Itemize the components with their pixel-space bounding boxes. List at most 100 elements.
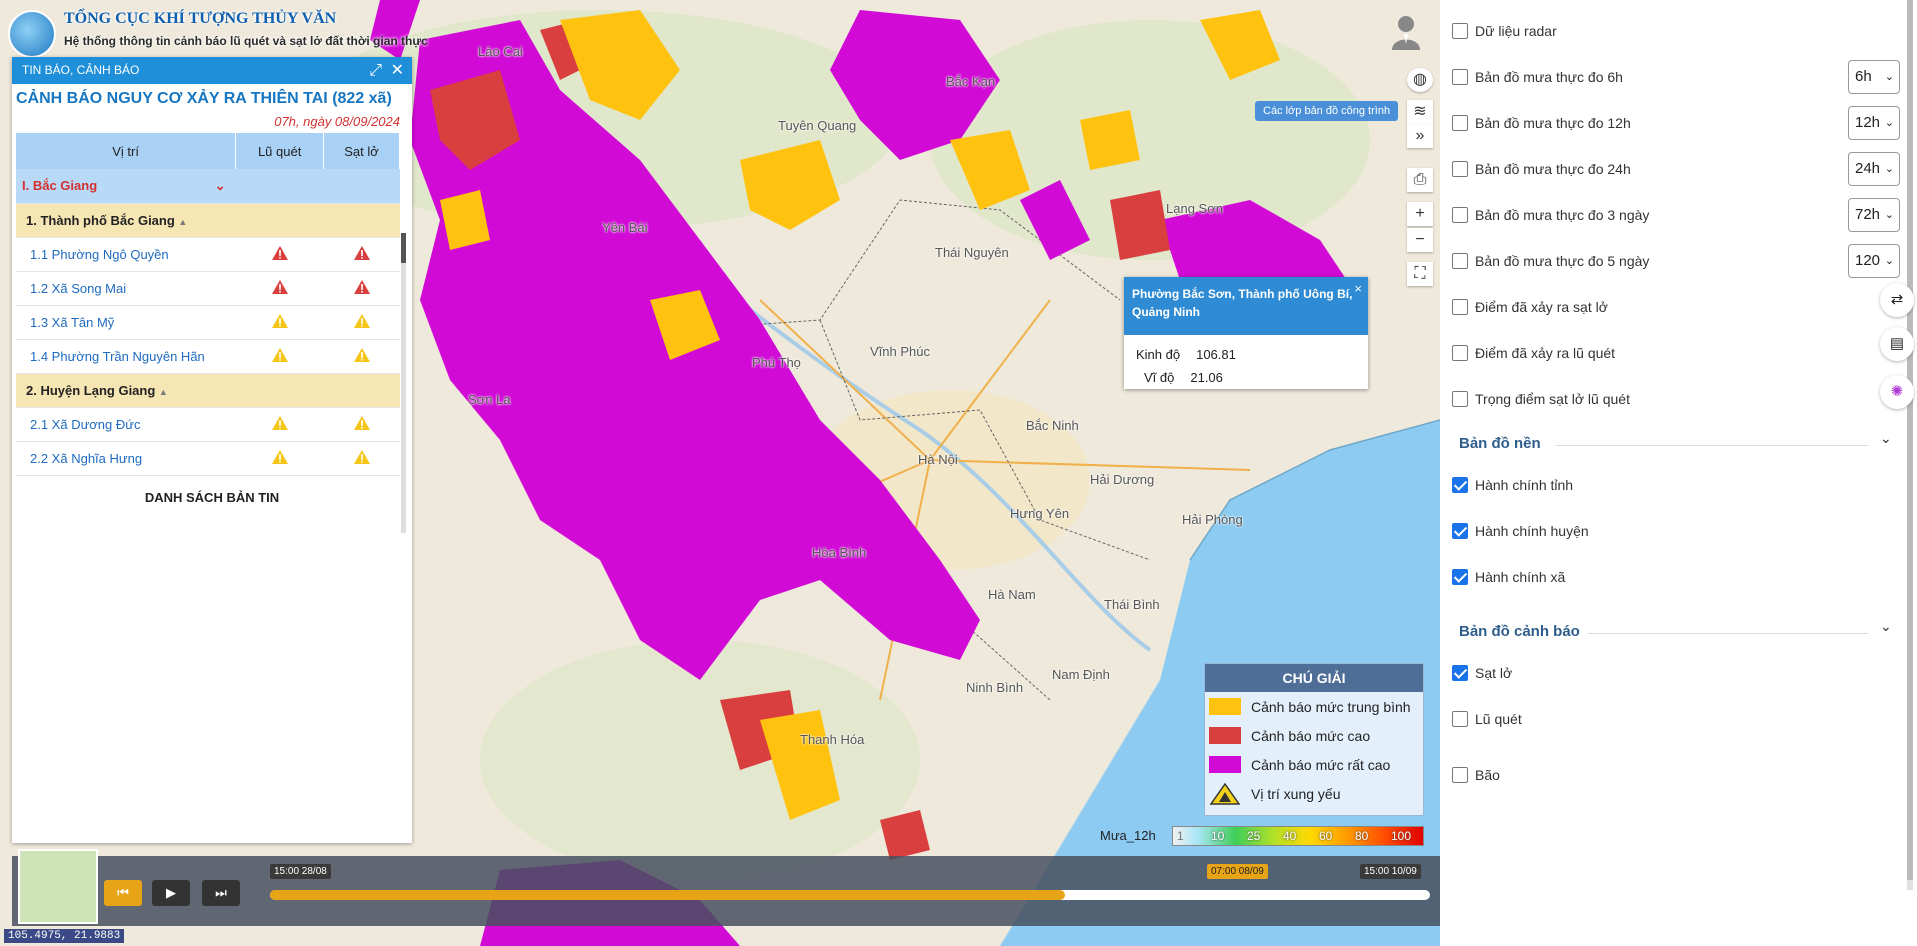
option-warn-storm[interactable]: Bão (1452, 763, 1500, 787)
checkbox[interactable] (1452, 23, 1468, 39)
option-hotspots[interactable]: Trọng điểm sạt lở lũ quét (1452, 387, 1630, 411)
sidebar-scrollbar[interactable] (1907, 0, 1913, 890)
user-avatar-icon[interactable] (1390, 14, 1422, 50)
map-place-label: Hải Dương (1090, 472, 1155, 487)
select-24h[interactable]: 24h ⌄ (1848, 152, 1900, 186)
checkbox[interactable] (1452, 69, 1468, 85)
chevron-down-icon[interactable]: ⌄ (215, 178, 226, 194)
option-rain-3d[interactable]: Bản đồ mưa thực đo 3 ngày (1452, 203, 1649, 227)
checkbox[interactable] (1452, 767, 1468, 783)
option-label: Hành chính tỉnh (1475, 477, 1574, 493)
collapse-up-icon[interactable]: ▲ (178, 217, 187, 227)
table-row[interactable]: 2.2 Xã Nghĩa Hưng (16, 441, 400, 476)
layers-icon[interactable]: ≋ (1407, 100, 1433, 124)
play-button[interactable]: ▶ (152, 880, 190, 906)
ward-link[interactable]: 2.2 Xã Nghĩa Hưng (16, 441, 236, 476)
table-row[interactable]: 1.3 Xã Tân Mỹ (16, 305, 400, 340)
option-admin-commune[interactable]: Hành chính xã (1452, 565, 1565, 589)
table-row[interactable]: 2.1 Xã Dương Đức (16, 407, 400, 442)
close-icon[interactable]: ✕ (391, 57, 404, 84)
district-name: 1. Thành phố Bắc Giang (26, 212, 175, 228)
checkbox-checked[interactable] (1452, 665, 1468, 681)
fullscreen-icon[interactable]: ⛶ (1407, 262, 1433, 286)
ai-brain-icon[interactable]: ✺ (1880, 375, 1914, 409)
ward-link[interactable]: 2.1 Xã Dương Đức (16, 407, 236, 442)
select-12h[interactable]: 12h ⌄ (1848, 106, 1900, 140)
ward-link[interactable]: 1.2 Xã Song Mai (16, 271, 236, 306)
zoom-in-button[interactable]: + (1407, 202, 1433, 226)
minimap[interactable] (18, 849, 98, 924)
bulletin-list-link[interactable]: DANH SÁCH BẢN TIN (12, 476, 412, 505)
option-rain-5d[interactable]: Bản đồ mưa thực đo 5 ngày (1452, 249, 1649, 273)
option-rain-6h[interactable]: Bản đồ mưa thực đo 6h (1452, 65, 1623, 89)
option-flashflood-points[interactable]: Điểm đã xảy ra lũ quét (1452, 341, 1615, 365)
legend-item: Vị trí xung yếu (1205, 779, 1423, 808)
panel-scrollbar[interactable] (401, 233, 406, 533)
province-row[interactable]: I. Bắc Giang ⌄ (16, 169, 400, 204)
warning-yellow-icon (353, 347, 370, 362)
chevron-down-icon[interactable]: ⌄ (1880, 430, 1892, 447)
select-value: 6h (1855, 68, 1872, 85)
checkbox[interactable] (1452, 207, 1468, 223)
zoom-out-button[interactable]: − (1407, 228, 1433, 252)
option-radar[interactable]: Dữ liệu radar (1452, 19, 1557, 43)
select-6h[interactable]: 6h ⌄ (1848, 60, 1900, 94)
panel-header: TIN BÁO, CẢNH BÁO ⤢ ✕ (12, 57, 412, 84)
district-name: 2. Huyện Lạng Giang (26, 382, 156, 398)
reader-icon[interactable]: ▤ (1880, 327, 1914, 361)
checkbox[interactable] (1452, 115, 1468, 131)
map-place-label: Hà Nội (918, 452, 958, 467)
checkbox[interactable] (1452, 345, 1468, 361)
map-place-label: Lào Cai (478, 44, 523, 59)
chevron-down-icon[interactable]: ⌄ (1880, 618, 1892, 635)
legend-swatch-medium (1209, 698, 1241, 715)
checkbox-checked[interactable] (1452, 569, 1468, 585)
expand-icon[interactable]: ⤢ (369, 57, 382, 84)
translate-icon[interactable]: ⇄ (1880, 283, 1914, 317)
district-row[interactable]: 1. Thành phố Bắc Giang ▲ (16, 203, 400, 238)
legend-label: Vị trí xung yếu (1251, 785, 1341, 802)
step-forward-button[interactable]: ⏭ (202, 880, 240, 906)
collapse-up-icon[interactable]: ▲ (159, 387, 168, 397)
option-admin-district[interactable]: Hành chính huyện (1452, 519, 1589, 543)
expand-right-icon[interactable]: » (1407, 124, 1433, 148)
option-label: Dữ liệu radar (1475, 23, 1557, 39)
map-place-label: Nam Định (1052, 667, 1110, 682)
map-place-label: Bắc Ninh (1026, 418, 1079, 433)
option-landslide-points[interactable]: Điểm đã xảy ra sạt lở (1452, 295, 1608, 319)
warning-red-icon (353, 245, 370, 260)
ward-link[interactable]: 1.1 Phường Ngô Quyền (16, 237, 236, 272)
select-3d[interactable]: 72h ⌄ (1848, 198, 1900, 232)
checkbox[interactable] (1452, 391, 1468, 407)
checkbox-checked[interactable] (1452, 523, 1468, 539)
checkbox[interactable] (1452, 161, 1468, 177)
rain-tick: 1 (1177, 829, 1184, 843)
checkbox[interactable] (1452, 711, 1468, 727)
option-rain-12h[interactable]: Bản đồ mưa thực đo 12h (1452, 111, 1631, 135)
option-rain-24h[interactable]: Bản đồ mưa thực đo 24h (1452, 157, 1631, 181)
timeline-track[interactable] (270, 890, 1430, 900)
option-warn-flashflood[interactable]: Lũ quét (1452, 707, 1522, 731)
chevron-down-icon: ⌄ (1884, 209, 1894, 221)
popup-lon-row: Kinh độ 106.81 (1124, 343, 1368, 366)
step-back-button[interactable]: ⏮ (104, 880, 142, 906)
map-place-label: Phú Thọ (752, 355, 801, 370)
popup-close-icon[interactable]: × (1354, 281, 1362, 296)
checkbox[interactable] (1452, 253, 1468, 269)
select-5d[interactable]: 120 ⌄ (1848, 244, 1900, 278)
ward-link[interactable]: 1.3 Xã Tân Mỹ (16, 305, 236, 340)
district-row[interactable]: 2. Huyện Lạng Giang ▲ (16, 373, 400, 408)
print-icon[interactable]: ⎙ (1407, 168, 1433, 192)
table-row[interactable]: 1.1 Phường Ngô Quyền (16, 237, 400, 272)
checkbox-checked[interactable] (1452, 477, 1468, 493)
option-warn-landslide[interactable]: Sạt lở (1452, 661, 1512, 685)
option-admin-province[interactable]: Hành chính tỉnh (1452, 473, 1573, 497)
checkbox[interactable] (1452, 299, 1468, 315)
table-row[interactable]: 1.2 Xã Song Mai (16, 271, 400, 306)
ward-link[interactable]: 1.4 Phường Trần Nguyên Hãn (16, 339, 236, 374)
timeline-end: 15:00 10/09 (1360, 864, 1421, 879)
table-row[interactable]: 1.4 Phường Trần Nguyên Hãn (16, 339, 400, 374)
timeline-start: 15:00 28/08 (270, 864, 331, 879)
rain-tick: 60 (1319, 829, 1333, 843)
globe-icon[interactable]: ◍ (1407, 68, 1433, 92)
